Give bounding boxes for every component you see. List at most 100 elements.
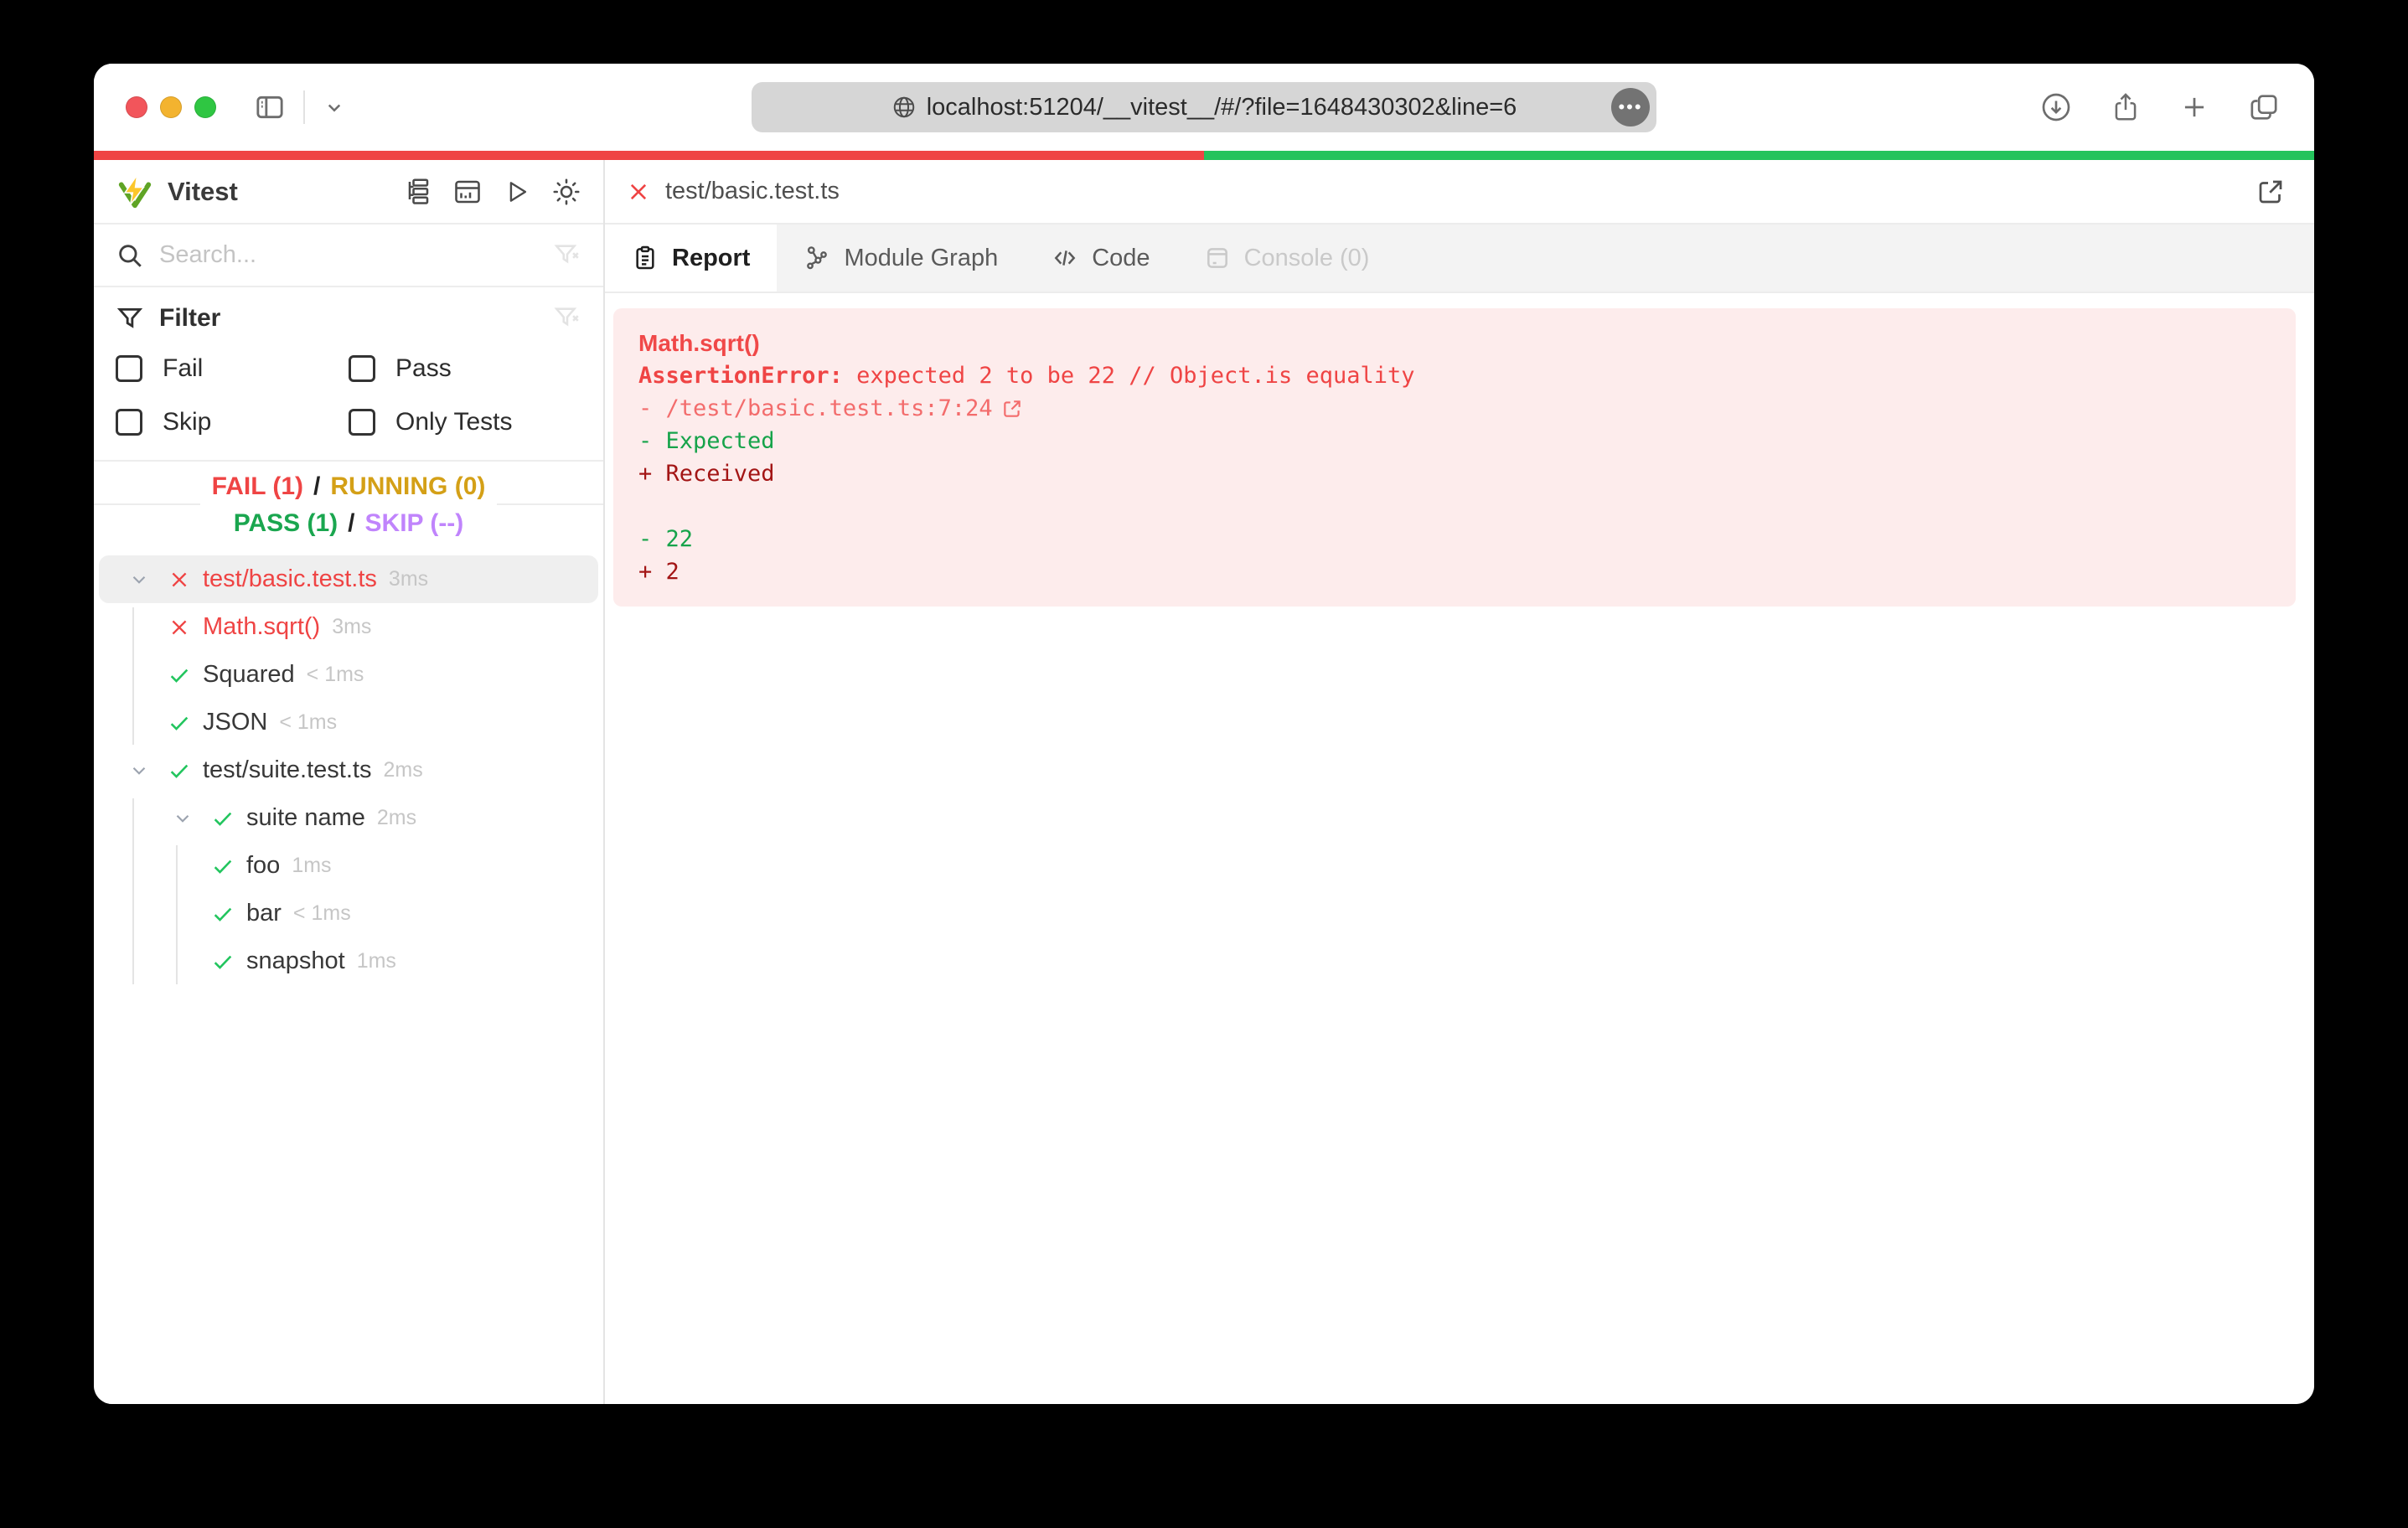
toolbar-divider bbox=[303, 90, 305, 124]
tree-row-label: test/suite.test.ts bbox=[203, 756, 372, 783]
tab-overview-icon[interactable] bbox=[2247, 90, 2281, 124]
sidebar: Vitest Search... Filter Fail Pass Skip O… bbox=[94, 160, 605, 1404]
assertion-error-panel: Math.sqrt() AssertionError: expected 2 t… bbox=[613, 308, 2296, 607]
zoom-window-button[interactable] bbox=[194, 96, 216, 118]
tree-row-json[interactable]: JSON < 1ms bbox=[99, 699, 598, 746]
tree-row-math-sqrt[interactable]: Math.sqrt() 3ms bbox=[99, 603, 598, 651]
skip-checkbox-label: Skip bbox=[163, 408, 212, 436]
tree-row-suite-name[interactable]: suite name 2ms bbox=[99, 794, 598, 842]
theme-toggle-icon[interactable] bbox=[551, 177, 581, 207]
tree-view-toggle-icon[interactable] bbox=[402, 177, 432, 207]
module-graph-icon bbox=[804, 245, 830, 271]
skip-checkbox[interactable] bbox=[116, 409, 142, 436]
open-file-name: test/basic.test.ts bbox=[665, 178, 840, 204]
open-location-icon[interactable] bbox=[1001, 398, 1023, 420]
chevron-down-icon[interactable] bbox=[322, 95, 347, 120]
vitest-logo bbox=[116, 173, 154, 211]
pass-checkbox[interactable] bbox=[349, 355, 375, 382]
diff-received-label: + Received bbox=[638, 461, 775, 487]
test-summary: FAIL (1) / RUNNING (0) PASS (1) / SKIP (… bbox=[94, 462, 603, 550]
pass-check-icon bbox=[161, 711, 198, 735]
tab-console-label: Console (0) bbox=[1243, 244, 1370, 271]
tree-row-duration: 3ms bbox=[388, 567, 429, 591]
clear-search-filter-icon[interactable] bbox=[553, 241, 581, 270]
tab-console[interactable]: Console (0) bbox=[1177, 225, 1397, 292]
chevron-down-icon[interactable] bbox=[117, 760, 161, 782]
tree-row-duration: 3ms bbox=[332, 615, 372, 638]
pass-check-icon bbox=[161, 759, 198, 782]
filter-funnel-icon bbox=[116, 304, 144, 333]
pass-check-icon bbox=[204, 902, 241, 926]
tab-report[interactable]: Report bbox=[605, 225, 778, 292]
summary-fail-count: FAIL (1) bbox=[211, 468, 304, 505]
page-settings-button[interactable]: ••• bbox=[1611, 88, 1650, 126]
pass-checkbox-label: Pass bbox=[395, 354, 452, 382]
summary-skip-count: SKIP (--) bbox=[364, 505, 464, 542]
open-in-editor-icon[interactable] bbox=[2256, 177, 2286, 207]
progress-fail-segment bbox=[94, 151, 1204, 160]
tab-code[interactable]: Code bbox=[1025, 225, 1176, 292]
address-bar[interactable]: localhost:51204/__vitest__/#/?file=16484… bbox=[752, 82, 1656, 132]
downloads-icon[interactable] bbox=[2039, 90, 2073, 124]
fail-checkbox[interactable] bbox=[116, 355, 142, 382]
only-tests-checkbox[interactable] bbox=[349, 409, 375, 436]
code-icon bbox=[1052, 245, 1078, 271]
summary-separator: / bbox=[348, 505, 355, 542]
test-progress-bar bbox=[94, 151, 2314, 160]
tree-row-label: foo bbox=[246, 852, 281, 879]
filter-option-fail[interactable]: Fail bbox=[116, 354, 349, 383]
tree-row-duration: 2ms bbox=[376, 806, 417, 829]
error-location-line[interactable]: - /test/basic.test.ts:7:24 bbox=[638, 392, 2271, 425]
dashboard-icon[interactable] bbox=[452, 177, 483, 207]
tree-row-foo[interactable]: foo 1ms bbox=[99, 842, 598, 890]
tree-row-suite-test-file[interactable]: test/suite.test.ts 2ms bbox=[99, 746, 598, 794]
pass-check-icon bbox=[204, 807, 241, 830]
error-message-line: AssertionError: expected 2 to be 22 // O… bbox=[638, 359, 2271, 392]
pass-check-icon bbox=[161, 663, 198, 687]
tab-module-graph[interactable]: Module Graph bbox=[777, 225, 1025, 292]
tab-module-graph-label: Module Graph bbox=[844, 244, 999, 271]
summary-running-count: RUNNING (0) bbox=[330, 468, 486, 505]
tree-row-label: suite name bbox=[246, 804, 365, 831]
fail-x-icon bbox=[161, 617, 198, 638]
tree-row-label: Squared bbox=[203, 661, 295, 688]
error-name: AssertionError: bbox=[638, 363, 857, 389]
close-window-button[interactable] bbox=[126, 96, 147, 118]
diff-expected-label: - Expected bbox=[638, 428, 775, 454]
chevron-down-icon[interactable] bbox=[117, 569, 161, 591]
chevron-down-icon[interactable] bbox=[161, 808, 204, 829]
tree-row-label: snapshot bbox=[246, 947, 345, 974]
run-all-tests-icon[interactable] bbox=[503, 178, 531, 206]
filter-option-only-tests[interactable]: Only Tests bbox=[349, 408, 581, 436]
traffic-lights bbox=[126, 64, 216, 151]
progress-pass-segment bbox=[1204, 151, 2314, 160]
clear-filters-icon[interactable] bbox=[553, 304, 581, 333]
tree-row-basic-test-file[interactable]: test/basic.test.ts 3ms bbox=[99, 555, 598, 603]
diff-received-value: + 2 bbox=[638, 559, 680, 585]
tree-row-duration: < 1ms bbox=[306, 663, 364, 686]
fail-x-icon bbox=[627, 180, 650, 204]
search-input[interactable] bbox=[159, 241, 538, 269]
minimize-window-button[interactable] bbox=[160, 96, 182, 118]
sidebar-toggle-icon[interactable] bbox=[253, 90, 287, 124]
summary-pass-count: PASS (1) bbox=[233, 505, 338, 542]
fail-x-icon bbox=[161, 569, 198, 591]
tree-row-duration: 1ms bbox=[292, 854, 332, 877]
tab-report-label: Report bbox=[672, 244, 751, 271]
fail-checkbox-label: Fail bbox=[163, 354, 204, 382]
tree-row-duration: 2ms bbox=[383, 758, 423, 782]
share-icon[interactable] bbox=[2110, 91, 2142, 123]
diff-blank-line bbox=[638, 490, 2271, 523]
browser-window: localhost:51204/__vitest__/#/?file=16484… bbox=[94, 64, 2314, 1404]
tree-row-bar[interactable]: bar < 1ms bbox=[99, 890, 598, 937]
search-bar bbox=[94, 225, 603, 287]
tree-row-squared[interactable]: Squared < 1ms bbox=[99, 651, 598, 699]
new-tab-icon[interactable] bbox=[2178, 91, 2210, 123]
filter-option-pass[interactable]: Pass bbox=[349, 354, 581, 383]
tree-row-snapshot[interactable]: snapshot 1ms bbox=[99, 937, 598, 985]
tree-row-label: test/basic.test.ts bbox=[203, 565, 377, 592]
tree-row-duration: < 1ms bbox=[292, 901, 351, 925]
summary-separator: / bbox=[313, 468, 321, 505]
filter-option-skip[interactable]: Skip bbox=[116, 408, 349, 436]
console-icon bbox=[1204, 245, 1231, 271]
